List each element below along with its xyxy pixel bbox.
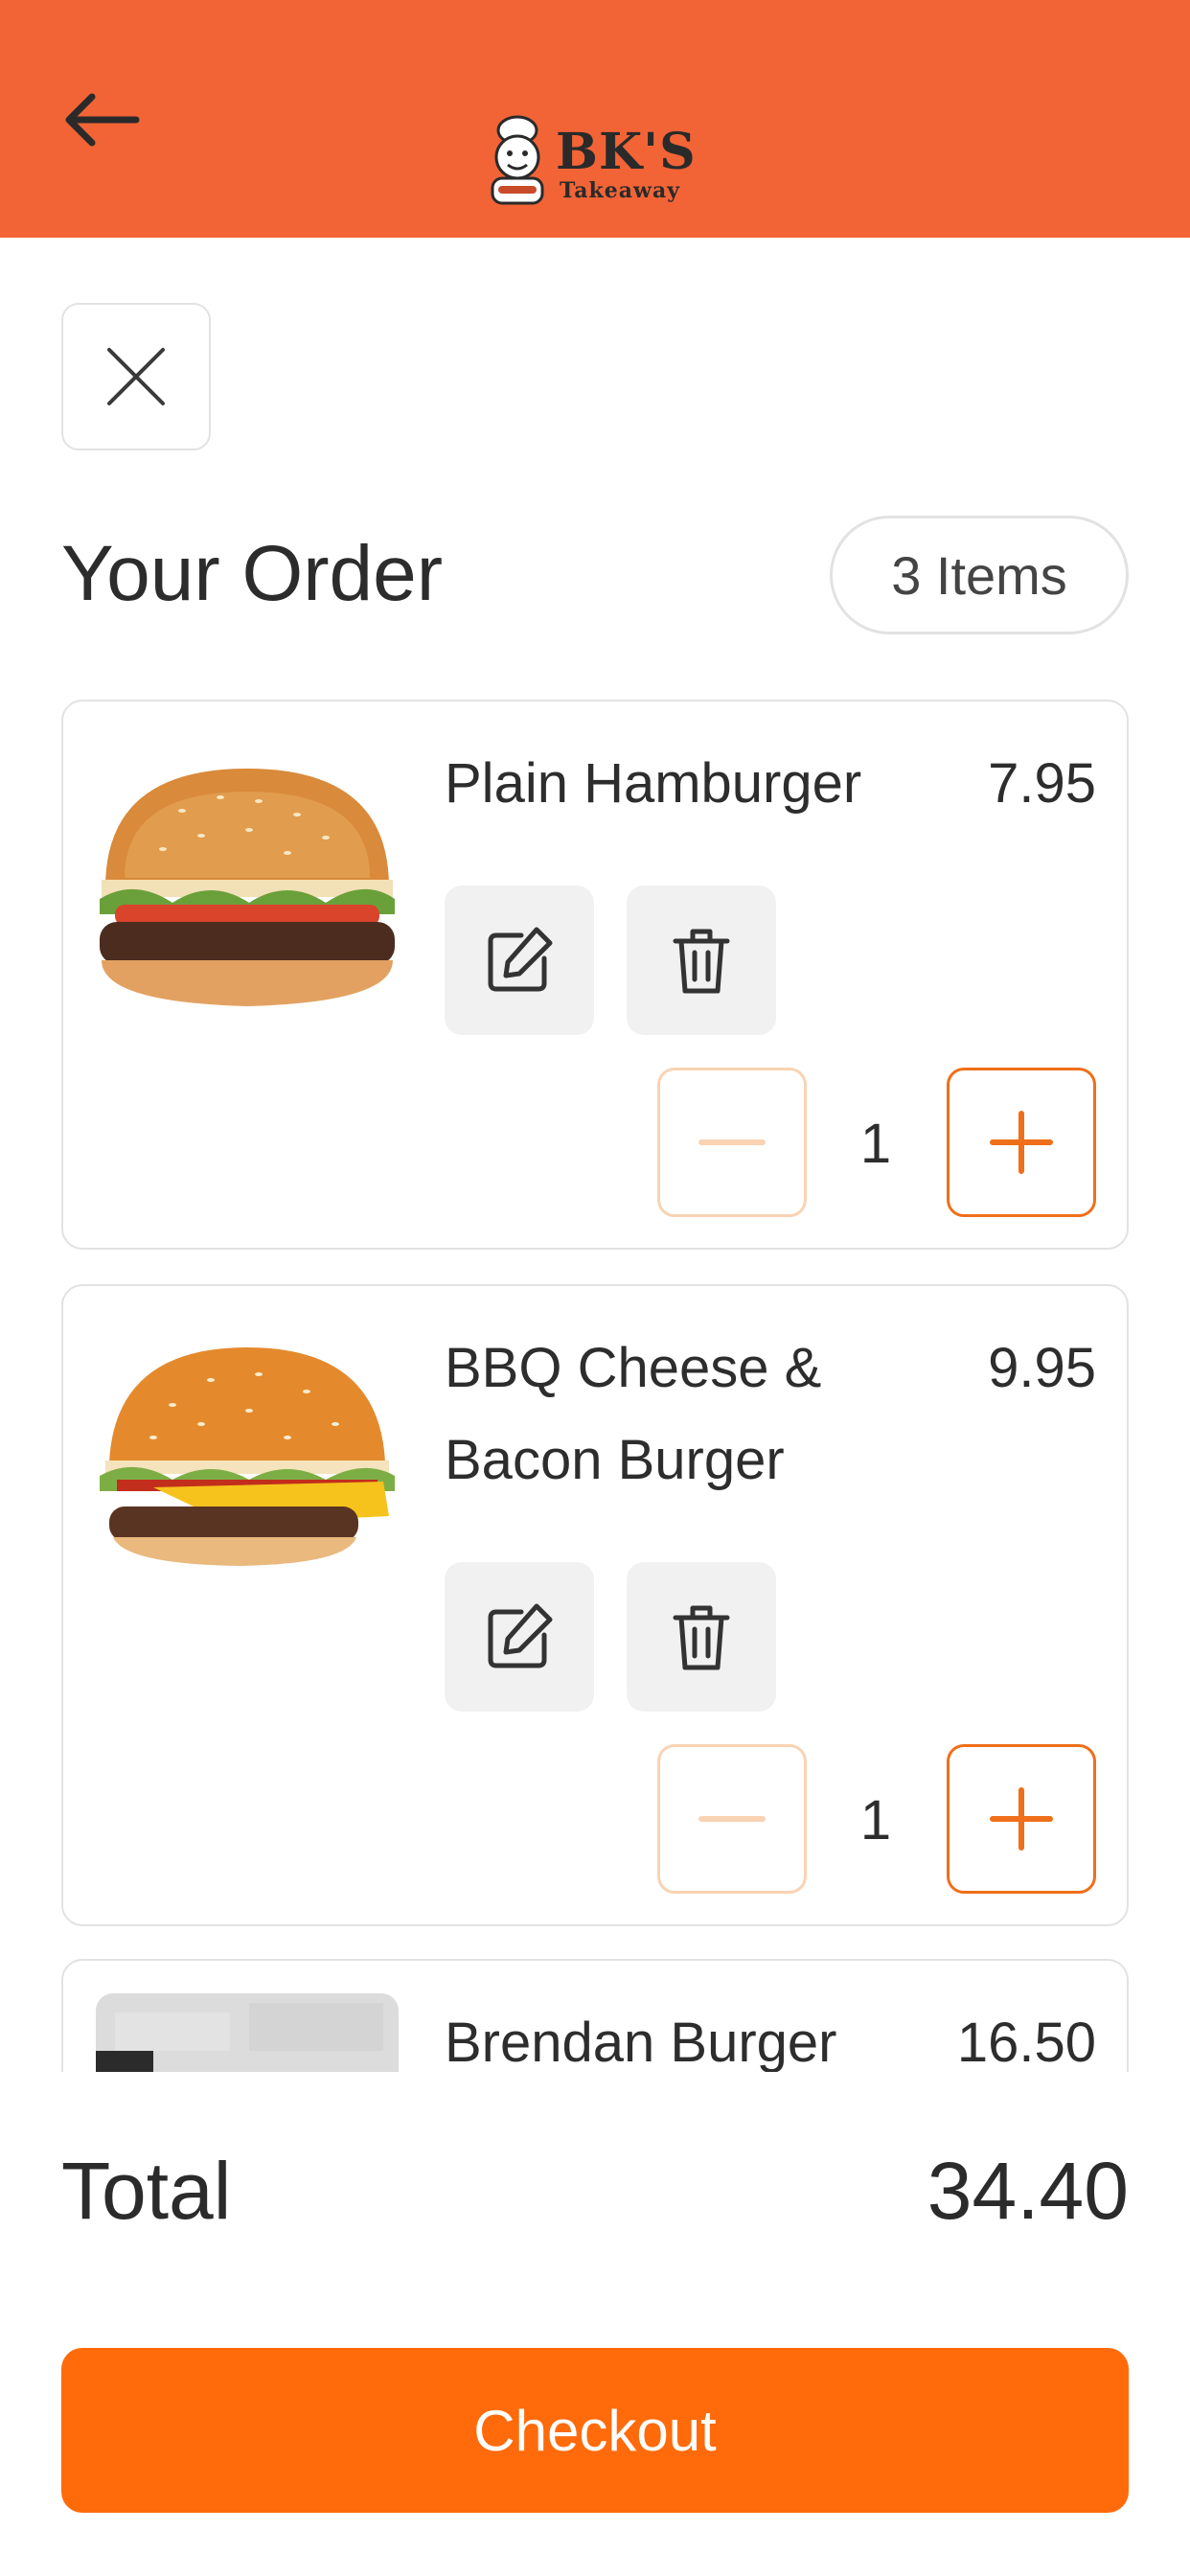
increase-quantity-button[interactable] bbox=[947, 1744, 1096, 1894]
checkout-button[interactable]: Checkout bbox=[61, 2348, 1129, 2513]
edit-icon bbox=[488, 927, 553, 992]
back-button[interactable] bbox=[59, 91, 142, 149]
item-price: 16.50 bbox=[956, 2012, 1096, 2072]
items-count-badge: 3 Items bbox=[830, 516, 1129, 634]
item-price: 7.95 bbox=[988, 752, 1096, 815]
brendan-burger-image bbox=[96, 1993, 399, 2072]
order-item-card: BBQ Cheese & Bacon Burger 9.95 1 bbox=[61, 1284, 1129, 1926]
trash-icon bbox=[673, 1605, 730, 1670]
total-value: 34.40 bbox=[927, 2146, 1129, 2236]
chef-mascot-icon bbox=[491, 115, 544, 205]
item-name: BBQ Cheese & Bacon Burger bbox=[445, 1337, 822, 1491]
order-item-card: Brendan Burger 16.50 bbox=[61, 1959, 1129, 2072]
item-price: 9.95 bbox=[988, 1337, 1096, 1399]
order-items-list[interactable]: Plain Hamburger 7.95 1 BBQ Cheese & Baco… bbox=[0, 671, 1190, 2072]
total-label: Total bbox=[61, 2146, 232, 2236]
plus-icon bbox=[990, 1111, 1053, 1174]
close-icon bbox=[107, 348, 165, 405]
item-name: Plain Hamburger bbox=[445, 752, 862, 815]
item-name: Brendan Burger bbox=[445, 2012, 837, 2072]
edit-icon bbox=[488, 1603, 553, 1668]
item-quantity: 1 bbox=[859, 1789, 892, 1852]
page-title: Your Order bbox=[61, 530, 444, 617]
decrease-quantity-button[interactable] bbox=[657, 1068, 807, 1217]
bbq-burger-image bbox=[96, 1319, 399, 1602]
logo-title: BK'S bbox=[556, 123, 697, 181]
close-button[interactable] bbox=[61, 303, 211, 450]
edit-button[interactable] bbox=[445, 886, 594, 1035]
app-header: BK'S Takeaway bbox=[0, 0, 1190, 238]
order-item-card: Plain Hamburger 7.95 1 bbox=[61, 700, 1129, 1250]
hamburger-image bbox=[96, 734, 399, 1018]
item-quantity: 1 bbox=[859, 1113, 892, 1175]
arrow-left-icon bbox=[65, 93, 140, 147]
increase-quantity-button[interactable] bbox=[947, 1068, 1096, 1217]
minus-icon bbox=[698, 1139, 766, 1145]
delete-button[interactable] bbox=[627, 1562, 776, 1712]
edit-button[interactable] bbox=[445, 1562, 594, 1712]
decrease-quantity-button[interactable] bbox=[657, 1744, 807, 1894]
minus-icon bbox=[698, 1816, 766, 1822]
trash-icon bbox=[673, 929, 730, 994]
logo-subtitle: Takeaway bbox=[560, 178, 680, 203]
delete-button[interactable] bbox=[627, 886, 776, 1035]
plus-icon bbox=[990, 1787, 1053, 1851]
